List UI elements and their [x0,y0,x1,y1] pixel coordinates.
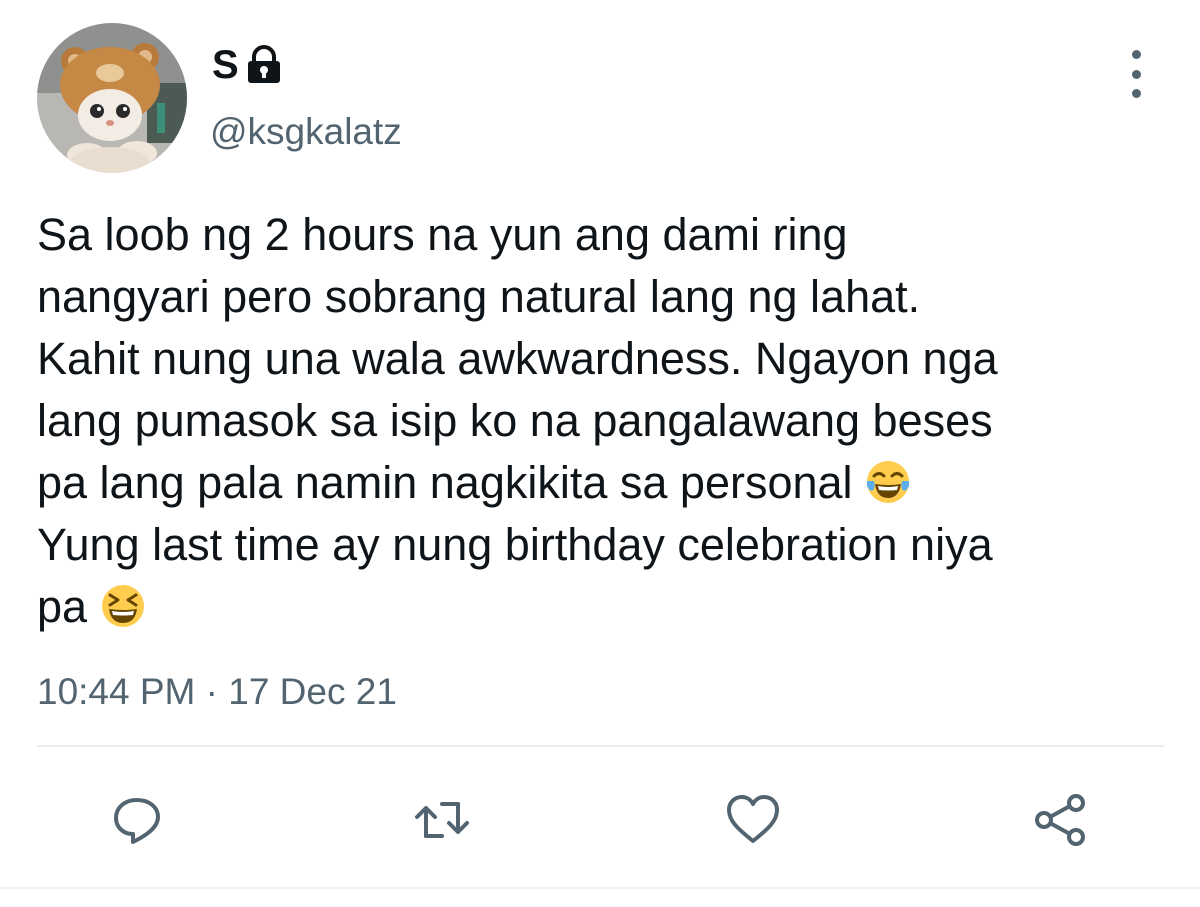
tweet-text-line: Yung last time ay nung birthday celebrat… [37,519,993,570]
user-handle[interactable]: @ksgkalatz [210,110,402,154]
more-dot [1131,89,1141,98]
display-name[interactable]: S [212,40,239,90]
tweet-text-line: Sa loob ng 2 hours na yun ang dami ring [37,209,848,260]
tweet-text-line: pa lang pala namin nagkikita sa personal [37,457,853,508]
share-button[interactable] [1030,790,1090,850]
grinning-squinting-face-icon [100,583,146,629]
lock-icon [243,44,285,86]
more-vertical-icon [1131,50,1141,59]
avatar-image [37,23,187,173]
heart-icon [727,795,779,843]
retweet-icon [415,802,469,838]
tweet-card: S @ksgkalatz Sa loob ng 2 hours na yun a… [0,0,1200,907]
like-button[interactable] [723,790,783,850]
retweet-button[interactable] [412,790,472,850]
tweet-text-line: nangyari pero sobrang natural lang ng la… [37,271,921,322]
tweet-text-line: Kahit nung una wala awkwardness. Ngayon … [37,333,998,384]
tweet-timestamp[interactable]: 10:44 PM · 17 Dec 21 [37,668,397,716]
tweet-text-line: pa [37,581,88,632]
more-dot [1131,69,1141,79]
tweet-text: Sa loob ng 2 hours na yun ang dami ring … [37,204,1167,638]
avatar[interactable] [37,23,187,173]
reply-button[interactable] [107,790,167,850]
divider [37,745,1164,747]
display-name-row: S [212,40,285,90]
tweet-text-line: lang pumasok sa isip ko na pangalawang b… [37,395,993,446]
face-with-tears-of-joy-icon [865,459,911,505]
share-icon [1035,794,1085,846]
more-options-button[interactable] [1118,50,1154,98]
divider-bottom [0,887,1200,889]
reply-icon [114,798,160,844]
